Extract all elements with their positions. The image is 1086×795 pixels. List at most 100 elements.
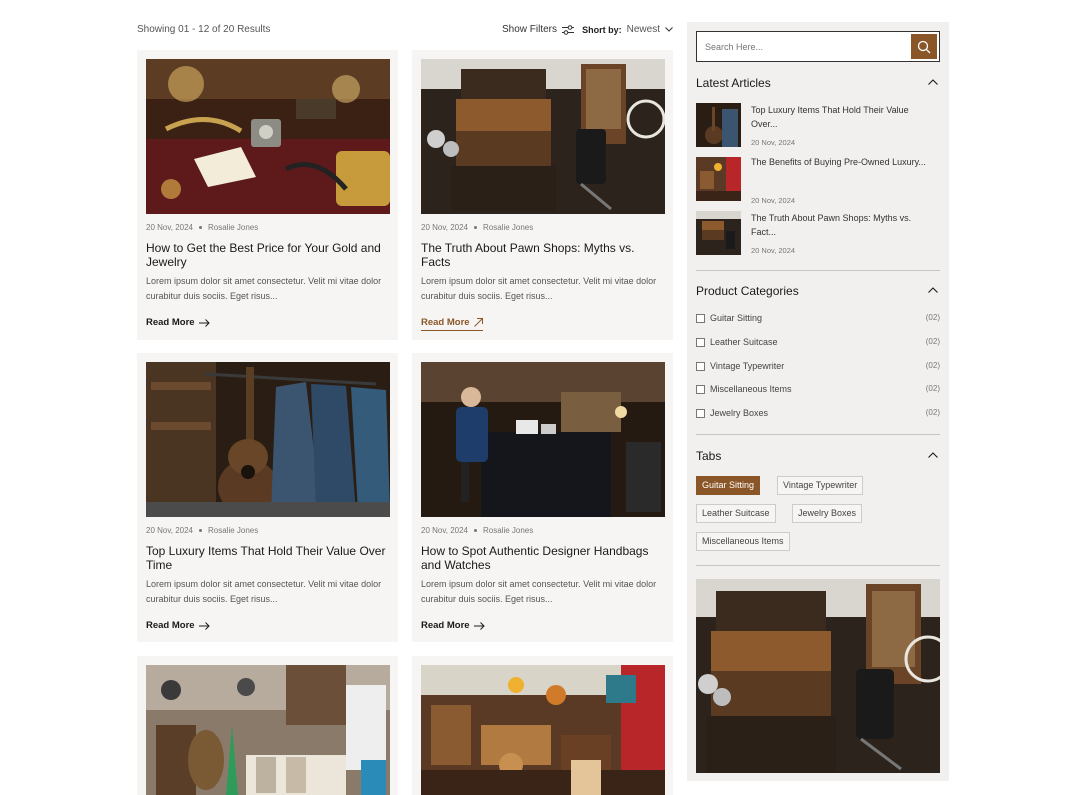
- post-excerpt: Lorem ipsum dolor sit amet consectetur. …: [146, 276, 382, 301]
- tag-leather-suitcase[interactable]: Leather Suitcase: [696, 504, 776, 523]
- category-item-vintage-typewriter[interactable]: Vintage Typewriter (02): [696, 361, 940, 373]
- category-count: (02): [925, 384, 940, 393]
- category-checkbox[interactable]: [696, 314, 705, 323]
- latest-article-item[interactable]: The Benefits of Buying Pre-Owned Luxury.…: [696, 157, 940, 205]
- category-count: (02): [925, 313, 940, 322]
- post-author: Rosalie Jones: [208, 223, 259, 232]
- article-thumbnail[interactable]: [696, 103, 741, 147]
- search-button[interactable]: [911, 34, 937, 59]
- product-categories-header[interactable]: Product Categories: [696, 284, 940, 300]
- section-divider: [696, 270, 940, 271]
- post-meta: 20 Nov, 2024 Rosalie Jones: [421, 223, 533, 232]
- latest-article-item[interactable]: Top Luxury Items That Hold Their Value O…: [696, 103, 940, 147]
- tabs-header[interactable]: Tabs: [696, 449, 940, 465]
- results-count: Showing 01 - 12 of 20 Results: [137, 24, 271, 35]
- category-checkbox[interactable]: [696, 362, 705, 371]
- blog-card: 20 Nov, 2024 Rosalie Jones The Truth Abo…: [412, 50, 673, 340]
- sort-value[interactable]: Newest: [627, 24, 660, 35]
- search-input[interactable]: [705, 32, 905, 61]
- article-title[interactable]: The Truth About Pawn Shops: Myths vs. Fa…: [751, 211, 936, 239]
- arrow-right-icon: [198, 621, 210, 630]
- meta-separator: [474, 226, 477, 229]
- search-icon: [917, 40, 931, 53]
- category-item-leather-suitcase[interactable]: Leather Suitcase (02): [696, 337, 940, 349]
- blog-card: 20 Nov, 2024 Rosalie Jones How to Spot A…: [412, 353, 673, 642]
- read-more-link[interactable]: Read More: [146, 317, 210, 328]
- category-item-jewelry-boxes[interactable]: Jewelry Boxes (02): [696, 408, 940, 420]
- post-image-flea-market[interactable]: [146, 665, 390, 795]
- category-item-miscellaneous-items[interactable]: Miscellaneous Items (02): [696, 384, 940, 396]
- category-checkbox[interactable]: [696, 338, 705, 347]
- read-more-label: Read More: [421, 620, 470, 631]
- search-box: [696, 31, 940, 62]
- post-title[interactable]: Top Luxury Items That Hold Their Value O…: [146, 544, 386, 572]
- chevron-down-icon: [665, 27, 673, 32]
- post-meta: 20 Nov, 2024 Rosalie Jones: [421, 526, 533, 535]
- post-title[interactable]: How to Spot Authentic Designer Handbags …: [421, 544, 661, 572]
- tag-guitar-sitting[interactable]: Guitar Sitting: [696, 476, 761, 495]
- read-more-label: Read More: [146, 620, 195, 631]
- post-meta: 20 Nov, 2024 Rosalie Jones: [146, 223, 258, 232]
- meta-separator: [199, 226, 202, 229]
- post-author: Rosalie Jones: [208, 526, 259, 535]
- category-name: Jewelry Boxes: [710, 408, 769, 418]
- post-date: 20 Nov, 2024: [421, 223, 468, 232]
- blog-card: 20 Nov, 2024 Rosalie Jones Top Luxury It…: [137, 353, 398, 642]
- post-image-gold-jewelry[interactable]: [146, 59, 390, 214]
- article-title[interactable]: The Benefits of Buying Pre-Owned Luxury.…: [751, 152, 936, 172]
- category-count: (02): [925, 337, 940, 346]
- read-more-label: Read More: [421, 317, 470, 328]
- section-title: Tabs: [696, 449, 722, 463]
- chevron-up-icon[interactable]: [928, 79, 938, 85]
- tag-miscellaneous-items[interactable]: Miscellaneous Items: [696, 532, 790, 551]
- tag-vintage-typewriter[interactable]: Vintage Typewriter: [777, 476, 864, 495]
- arrow-right-icon: [198, 318, 210, 327]
- category-checkbox[interactable]: [696, 409, 705, 418]
- arrow-right-icon: [473, 621, 485, 630]
- sidebar: Latest Articles Top Luxury Items That Ho…: [687, 22, 949, 781]
- category-count: (02): [925, 408, 940, 417]
- latest-articles-header[interactable]: Latest Articles: [696, 76, 940, 92]
- post-title[interactable]: The Truth About Pawn Shops: Myths vs. Fa…: [421, 241, 661, 269]
- tag-jewelry-boxes[interactable]: Jewelry Boxes: [792, 504, 863, 523]
- sort-control[interactable]: Short by: Newest: [582, 24, 673, 35]
- chevron-up-icon[interactable]: [928, 452, 938, 458]
- post-date: 20 Nov, 2024: [421, 526, 468, 535]
- read-more-link[interactable]: Read More: [421, 620, 485, 631]
- chevron-up-icon[interactable]: [928, 287, 938, 293]
- post-image-guitar[interactable]: [146, 362, 390, 517]
- show-filters-button[interactable]: Show Filters: [502, 24, 575, 35]
- post-image-pawn-shop[interactable]: [421, 59, 665, 214]
- category-name: Leather Suitcase: [710, 337, 778, 347]
- section-title: Product Categories: [696, 284, 799, 298]
- post-author: Rosalie Jones: [483, 223, 534, 232]
- arrow-up-right-icon: [473, 318, 483, 327]
- latest-article-item[interactable]: The Truth About Pawn Shops: Myths vs. Fa…: [696, 211, 940, 255]
- post-excerpt: Lorem ipsum dolor sit amet consectetur. …: [421, 579, 657, 604]
- article-thumbnail[interactable]: [696, 157, 741, 201]
- post-title[interactable]: How to Get the Best Price for Your Gold …: [146, 241, 386, 269]
- category-item-guitar-sitting[interactable]: Guitar Sitting (02): [696, 313, 940, 325]
- blog-card: 20 Nov, 2024 Rosalie Jones How to Get th…: [137, 50, 398, 340]
- article-title[interactable]: Top Luxury Items That Hold Their Value O…: [751, 103, 936, 131]
- category-name: Guitar Sitting: [710, 313, 763, 323]
- post-image-antique-store[interactable]: [421, 665, 665, 795]
- read-more-label: Read More: [146, 317, 195, 328]
- section-divider: [696, 565, 940, 566]
- category-name: Miscellaneous Items: [710, 384, 792, 394]
- post-date: 20 Nov, 2024: [146, 223, 193, 232]
- category-checkbox[interactable]: [696, 385, 705, 394]
- article-date: 20 Nov, 2024: [751, 246, 796, 255]
- sidebar-promo-image[interactable]: [696, 579, 940, 773]
- meta-separator: [199, 529, 202, 532]
- blog-card: [137, 656, 398, 795]
- sort-label: Short by:: [582, 24, 622, 35]
- read-more-link[interactable]: Read More: [146, 620, 210, 631]
- post-author: Rosalie Jones: [483, 526, 534, 535]
- sliders-icon: [562, 24, 575, 35]
- article-thumbnail[interactable]: [696, 211, 741, 255]
- read-more-link[interactable]: Read More: [421, 317, 483, 331]
- post-image-designer-handbags[interactable]: [421, 362, 665, 517]
- category-count: (02): [925, 361, 940, 370]
- results-toolbar: Showing 01 - 12 of 20 Results Show Filte…: [137, 22, 673, 38]
